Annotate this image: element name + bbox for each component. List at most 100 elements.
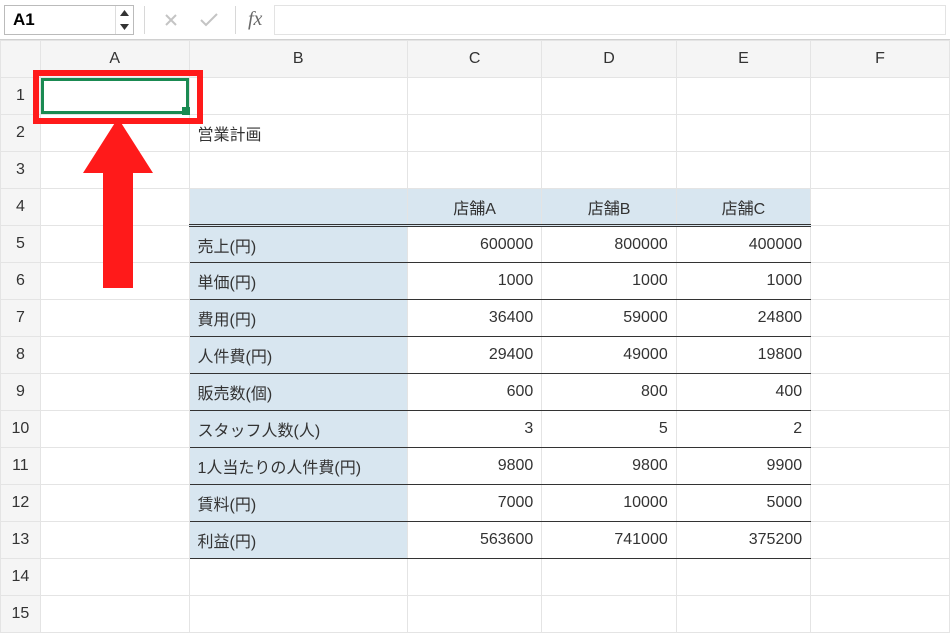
row-header-10[interactable]: 10 bbox=[1, 411, 41, 448]
cell-F11[interactable] bbox=[811, 448, 950, 485]
cell-D5[interactable]: 800000 bbox=[542, 226, 676, 263]
cell-C5[interactable]: 600000 bbox=[407, 226, 541, 263]
row-header-11[interactable]: 11 bbox=[1, 448, 41, 485]
cell-F7[interactable] bbox=[811, 300, 950, 337]
col-header-F[interactable]: F bbox=[811, 41, 950, 78]
cell-A6[interactable] bbox=[40, 263, 189, 300]
row-header-7[interactable]: 7 bbox=[1, 300, 41, 337]
cell-B8[interactable]: 人件費(円) bbox=[189, 337, 407, 374]
col-header-C[interactable]: C bbox=[407, 41, 541, 78]
cell-F4[interactable] bbox=[811, 189, 950, 226]
cell-C15[interactable] bbox=[407, 596, 541, 633]
cell-F8[interactable] bbox=[811, 337, 950, 374]
row-header-9[interactable]: 9 bbox=[1, 374, 41, 411]
cell-B6[interactable]: 単価(円) bbox=[189, 263, 407, 300]
row-header-13[interactable]: 13 bbox=[1, 522, 41, 559]
cell-B12[interactable]: 賃料(円) bbox=[189, 485, 407, 522]
cell-F9[interactable] bbox=[811, 374, 950, 411]
cell-D7[interactable]: 59000 bbox=[542, 300, 676, 337]
row-header-8[interactable]: 8 bbox=[1, 337, 41, 374]
select-all-corner[interactable] bbox=[1, 41, 41, 78]
cell-A14[interactable] bbox=[40, 559, 189, 596]
cell-D14[interactable] bbox=[542, 559, 676, 596]
cell-E10[interactable]: 2 bbox=[676, 411, 810, 448]
cell-D15[interactable] bbox=[542, 596, 676, 633]
col-header-D[interactable]: D bbox=[542, 41, 676, 78]
cell-B9[interactable]: 販売数(個) bbox=[189, 374, 407, 411]
cell-C7[interactable]: 36400 bbox=[407, 300, 541, 337]
cell-C6[interactable]: 1000 bbox=[407, 263, 541, 300]
cell-C3[interactable] bbox=[407, 152, 541, 189]
cell-D3[interactable] bbox=[542, 152, 676, 189]
cell-C2[interactable] bbox=[407, 115, 541, 152]
cell-A11[interactable] bbox=[40, 448, 189, 485]
cell-E11[interactable]: 9900 bbox=[676, 448, 810, 485]
row-header-14[interactable]: 14 bbox=[1, 559, 41, 596]
cell-F15[interactable] bbox=[811, 596, 950, 633]
cell-C4[interactable]: 店舗A bbox=[407, 189, 541, 226]
cell-F1[interactable] bbox=[811, 78, 950, 115]
cell-D8[interactable]: 49000 bbox=[542, 337, 676, 374]
cell-E13[interactable]: 375200 bbox=[676, 522, 810, 559]
cell-C8[interactable]: 29400 bbox=[407, 337, 541, 374]
cell-C10[interactable]: 3 bbox=[407, 411, 541, 448]
cell-C13[interactable]: 563600 bbox=[407, 522, 541, 559]
cell-B10[interactable]: スタッフ人数(人) bbox=[189, 411, 407, 448]
cell-E14[interactable] bbox=[676, 559, 810, 596]
col-header-B[interactable]: B bbox=[189, 41, 407, 78]
cell-B11[interactable]: 1人当たりの人件費(円) bbox=[189, 448, 407, 485]
name-box-input[interactable] bbox=[5, 10, 115, 30]
cell-E4[interactable]: 店舗C bbox=[676, 189, 810, 226]
cell-F5[interactable] bbox=[811, 226, 950, 263]
cell-A4[interactable] bbox=[40, 189, 189, 226]
row-header-2[interactable]: 2 bbox=[1, 115, 41, 152]
confirm-icon[interactable] bbox=[193, 5, 225, 35]
cell-E7[interactable]: 24800 bbox=[676, 300, 810, 337]
cell-A1[interactable] bbox=[40, 78, 189, 115]
cell-D13[interactable]: 741000 bbox=[542, 522, 676, 559]
cell-E15[interactable] bbox=[676, 596, 810, 633]
cancel-icon[interactable] bbox=[155, 5, 187, 35]
cell-A9[interactable] bbox=[40, 374, 189, 411]
cell-C12[interactable]: 7000 bbox=[407, 485, 541, 522]
cell-B13[interactable]: 利益(円) bbox=[189, 522, 407, 559]
row-header-1[interactable]: 1 bbox=[1, 78, 41, 115]
stepper-down-icon[interactable] bbox=[116, 20, 133, 34]
cell-A8[interactable] bbox=[40, 337, 189, 374]
cell-A12[interactable] bbox=[40, 485, 189, 522]
cell-B14[interactable] bbox=[189, 559, 407, 596]
cell-D1[interactable] bbox=[542, 78, 676, 115]
cell-B2[interactable]: 営業計画 bbox=[189, 115, 407, 152]
cell-E1[interactable] bbox=[676, 78, 810, 115]
cell-A5[interactable] bbox=[40, 226, 189, 263]
cell-D11[interactable]: 9800 bbox=[542, 448, 676, 485]
cell-A2[interactable] bbox=[40, 115, 189, 152]
cell-A15[interactable] bbox=[40, 596, 189, 633]
cell-D6[interactable]: 1000 bbox=[542, 263, 676, 300]
stepper-up-icon[interactable] bbox=[116, 6, 133, 20]
row-header-4[interactable]: 4 bbox=[1, 189, 41, 226]
row-header-6[interactable]: 6 bbox=[1, 263, 41, 300]
cell-B5[interactable]: 売上(円) bbox=[189, 226, 407, 263]
cell-E3[interactable] bbox=[676, 152, 810, 189]
cell-E5[interactable]: 400000 bbox=[676, 226, 810, 263]
cell-E6[interactable]: 1000 bbox=[676, 263, 810, 300]
cell-D12[interactable]: 10000 bbox=[542, 485, 676, 522]
cell-C1[interactable] bbox=[407, 78, 541, 115]
cell-F14[interactable] bbox=[811, 559, 950, 596]
formula-input[interactable] bbox=[274, 5, 946, 35]
cell-A10[interactable] bbox=[40, 411, 189, 448]
cell-D2[interactable] bbox=[542, 115, 676, 152]
cell-B15[interactable] bbox=[189, 596, 407, 633]
cell-A13[interactable] bbox=[40, 522, 189, 559]
col-header-E[interactable]: E bbox=[676, 41, 810, 78]
cell-D10[interactable]: 5 bbox=[542, 411, 676, 448]
cell-F6[interactable] bbox=[811, 263, 950, 300]
cell-F10[interactable] bbox=[811, 411, 950, 448]
cell-C11[interactable]: 9800 bbox=[407, 448, 541, 485]
cell-E9[interactable]: 400 bbox=[676, 374, 810, 411]
cell-C9[interactable]: 600 bbox=[407, 374, 541, 411]
row-header-5[interactable]: 5 bbox=[1, 226, 41, 263]
row-header-3[interactable]: 3 bbox=[1, 152, 41, 189]
row-header-15[interactable]: 15 bbox=[1, 596, 41, 633]
